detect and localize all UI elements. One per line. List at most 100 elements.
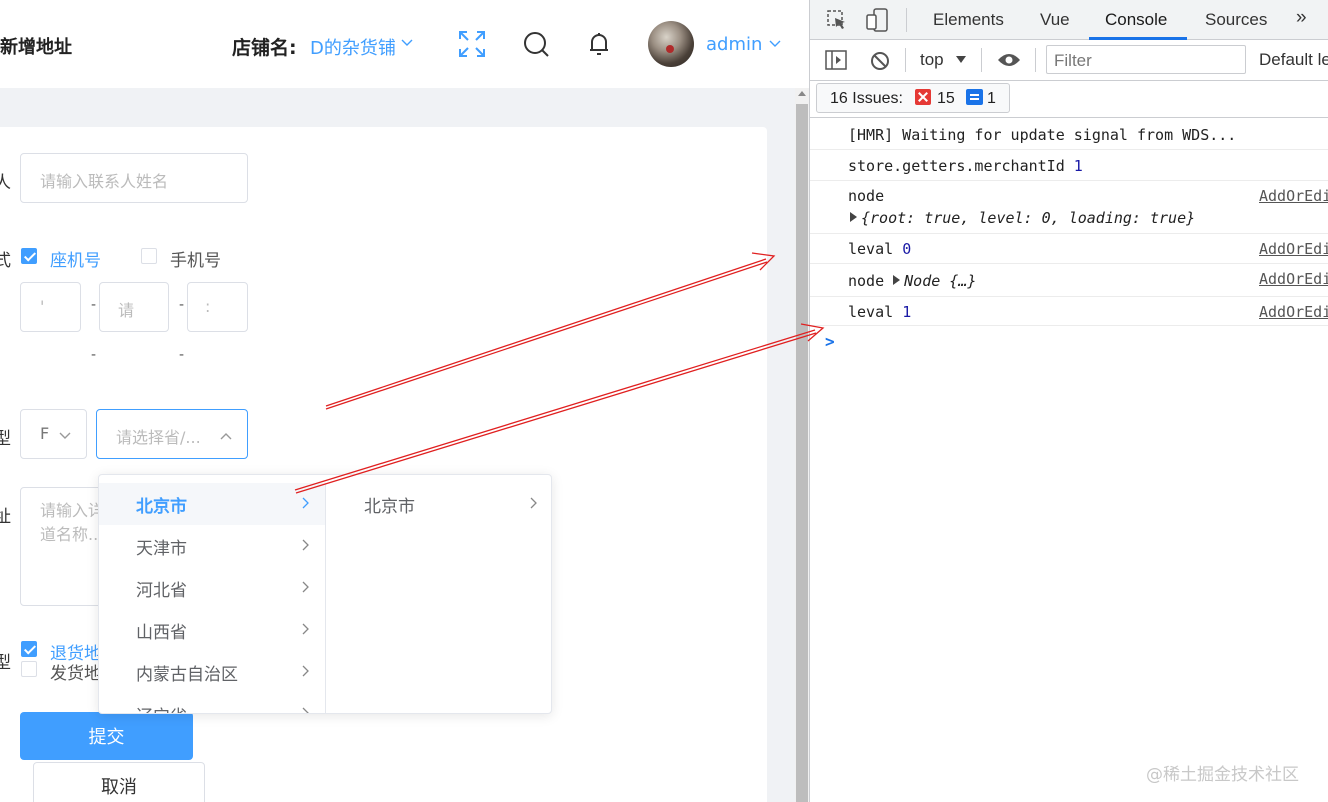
user-menu[interactable]: admin: [706, 34, 762, 55]
cascader-option-label: 北京市: [364, 496, 415, 517]
address-label: 址: [0, 507, 11, 527]
chevron-down-icon[interactable]: [400, 36, 414, 50]
store-selector[interactable]: D的杂货铺: [310, 34, 396, 60]
message-icon: [966, 89, 983, 105]
tab-sources[interactable]: Sources: [1205, 10, 1267, 30]
console-message: leval 1 AddOrEdit: [810, 297, 1328, 326]
cascader-option-label: 辽宁省: [136, 702, 187, 714]
contact-name-placeholder: 请输入联系人姓名: [40, 172, 169, 191]
chevron-right-icon: [302, 665, 309, 677]
clear-console-icon[interactable]: [869, 50, 891, 72]
console-source-link[interactable]: AddOrEdit: [1259, 187, 1328, 205]
region-label: 型: [0, 429, 11, 449]
cascader-option[interactable]: 内蒙古自治区: [99, 651, 325, 693]
eye-icon[interactable]: [996, 50, 1022, 70]
app-header: 新增地址 店铺名: D的杂货铺 admin: [0, 0, 795, 88]
chevron-right-icon: [302, 707, 309, 713]
cascader-province-menu: 北京市 天津市 河北省 山西省 内蒙古自治区 辽宁省: [99, 483, 326, 714]
watermark: @稀土掘金技术社区: [1146, 765, 1299, 785]
console-source-link[interactable]: AddOrEdit: [1259, 303, 1328, 321]
cascader-option-label: 河北省: [136, 580, 187, 601]
chevron-right-icon: [302, 581, 309, 593]
contact-method-label: 式: [0, 251, 11, 271]
tab-console[interactable]: Console: [1105, 10, 1167, 30]
console-message-text: store.getters.merchantId: [848, 157, 1065, 175]
return-address-checkbox[interactable]: [21, 641, 37, 657]
inspect-element-icon[interactable]: [826, 9, 848, 31]
mobile-checkbox[interactable]: [141, 248, 157, 264]
cancel-button[interactable]: 取消: [33, 762, 205, 802]
extension-input[interactable]: [187, 282, 248, 332]
region-cascader-placeholder: 请选择省/...: [116, 428, 201, 447]
console-message-text: node: [848, 272, 885, 290]
mobile-label[interactable]: 手机号: [170, 246, 221, 271]
cascader-city-menu: 北京市: [327, 483, 551, 713]
search-icon[interactable]: [522, 30, 550, 58]
phone-dash: -: [91, 297, 97, 313]
cascader-option[interactable]: 山西省: [99, 609, 325, 651]
toolbar-separator: [905, 48, 906, 72]
chevron-up-icon: [220, 433, 232, 440]
phone-dash: -: [91, 347, 97, 363]
cascader-option-label: 北京市: [136, 496, 187, 517]
contact-label: 人: [0, 173, 11, 193]
log-levels-dropdown[interactable]: Default levels: [1259, 50, 1328, 70]
chevron-right-icon: [302, 497, 309, 509]
tab-elements[interactable]: Elements: [933, 10, 1004, 30]
context-selector[interactable]: top: [920, 50, 944, 70]
object-preview-text[interactable]: Node {…}: [904, 272, 976, 290]
phone-number-placeholder: 请: [118, 301, 135, 320]
console-message-text: leval: [848, 240, 894, 258]
error-count: 15: [937, 90, 955, 107]
object-preview-text: {root: true, level: 0, loading: true}: [861, 209, 1196, 227]
submit-button[interactable]: 提交: [20, 712, 193, 760]
expand-triangle-icon[interactable]: [893, 275, 901, 285]
scrollbar-thumb[interactable]: [796, 104, 808, 802]
phone-dash: -: [179, 347, 185, 363]
page-title: 新增地址: [0, 37, 72, 58]
device-toolbar-icon[interactable]: [865, 7, 889, 33]
console-message: node AddOrEdit {root: true, level: 0, lo…: [810, 181, 1328, 234]
tab-vue[interactable]: Vue: [1040, 10, 1070, 30]
store-label: 店铺名:: [232, 37, 297, 59]
address-type-label: 型: [0, 653, 11, 673]
sidebar-toggle-icon[interactable]: [824, 49, 848, 71]
fullscreen-icon[interactable]: [458, 30, 486, 58]
error-icon: [915, 89, 931, 105]
devtools-tabbar: Elements Vue Console Sources »: [810, 0, 1328, 40]
object-preview[interactable]: {root: true, level: 0, loading: true}: [850, 209, 1195, 227]
console-source-link[interactable]: AddOrEdit: [1259, 240, 1328, 258]
avatar[interactable]: [648, 21, 694, 67]
console-message-text: leval: [848, 303, 894, 321]
cascader-option[interactable]: 天津市: [99, 525, 325, 567]
area-code-placeholder: ': [40, 297, 45, 316]
cascader-option-label: 山西省: [136, 622, 187, 643]
console-prompt[interactable]: >: [825, 332, 835, 351]
chevron-down-icon[interactable]: [768, 37, 782, 51]
console-value: 0: [902, 240, 912, 258]
landline-checkbox[interactable]: [21, 248, 37, 264]
console-message: leval 0 AddOrEdit: [810, 234, 1328, 264]
cascader-option[interactable]: 辽宁省: [99, 693, 325, 714]
cascader-option[interactable]: 河北省: [99, 567, 325, 609]
cascader-option[interactable]: 北京市: [327, 483, 551, 525]
chevron-right-icon: [302, 623, 309, 635]
chevron-right-icon: [302, 539, 309, 551]
bell-icon[interactable]: [585, 30, 613, 58]
caret-down-icon[interactable]: [956, 56, 966, 63]
console-value: 1: [1073, 157, 1083, 175]
address-placeholder-line1: 请输入详: [40, 501, 105, 520]
address-placeholder-line2: 道名称...: [40, 525, 104, 544]
issues-label: 16 Issues:: [830, 90, 903, 107]
landline-label[interactable]: 座机号: [50, 246, 101, 271]
more-tabs-icon[interactable]: »: [1296, 7, 1307, 29]
region-type-select[interactable]: [20, 409, 87, 459]
console-source-link[interactable]: AddOrEdit: [1259, 270, 1328, 288]
expand-triangle-icon[interactable]: [850, 212, 857, 222]
scroll-up-arrow-icon[interactable]: [798, 91, 806, 96]
ship-address-checkbox[interactable]: [21, 661, 37, 677]
area-code-input[interactable]: [20, 282, 81, 332]
cascader-option[interactable]: 北京市: [99, 483, 325, 525]
message-count: 1: [987, 90, 996, 107]
console-message-text: node: [848, 187, 885, 205]
